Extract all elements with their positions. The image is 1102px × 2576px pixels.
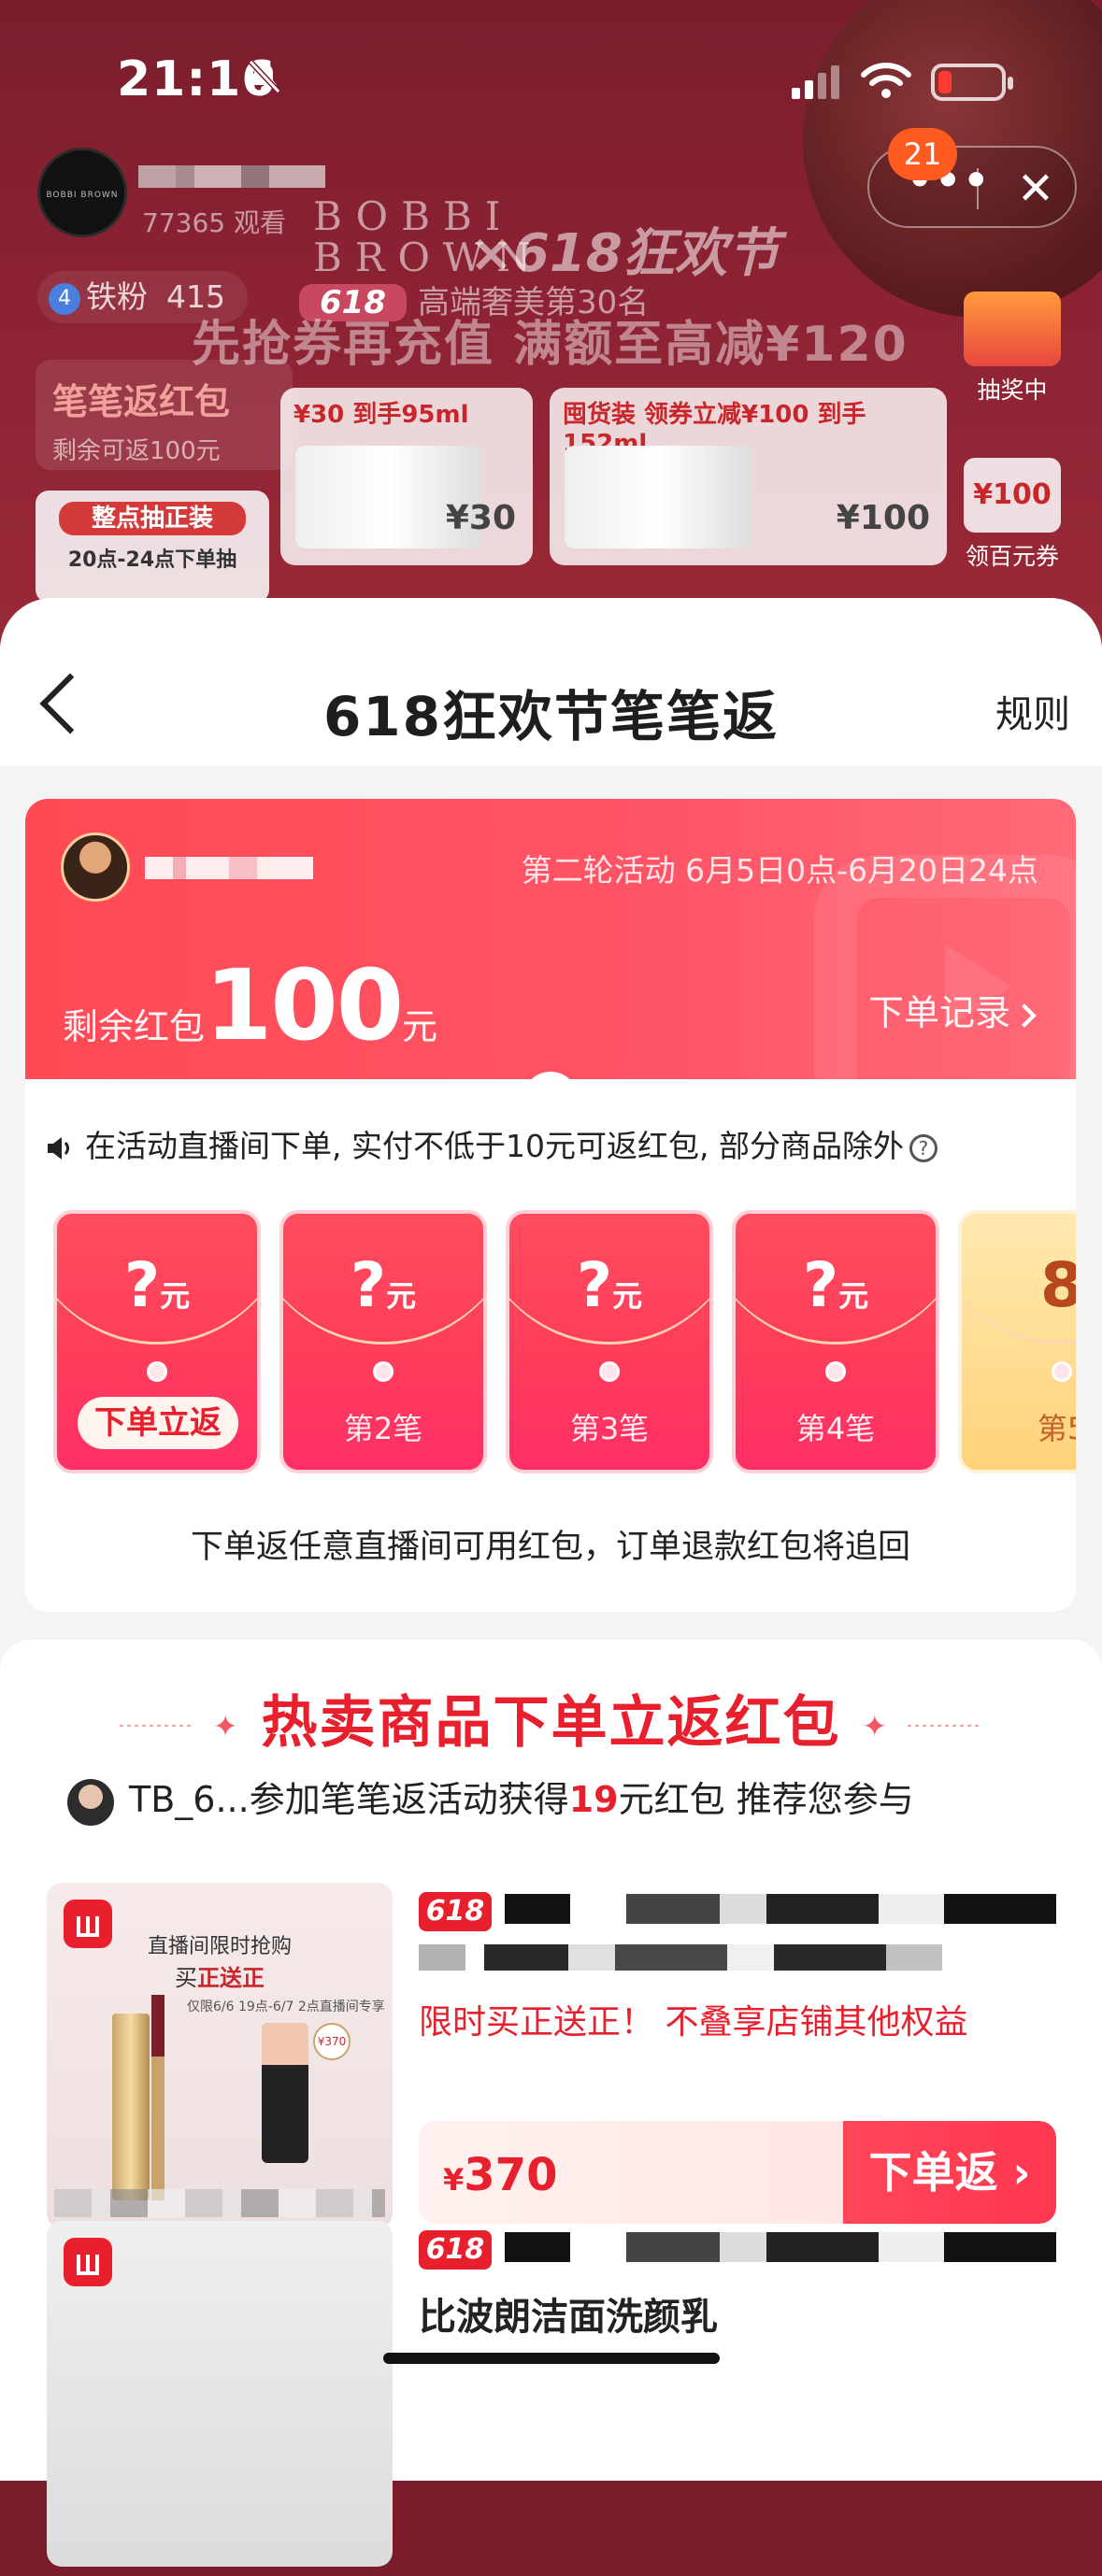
- product-image: [565, 446, 751, 548]
- stream-slogan: 先抢券再充值 满额至高减¥120: [192, 317, 909, 373]
- envelope-3[interactable]: ?元 第3笔: [506, 1210, 713, 1473]
- buy-bar[interactable]: ¥370 下单返 ›: [419, 2121, 1056, 2224]
- product-item[interactable]: 直播间限时抢购 买正送正 仅限6/6 19点-6/7 2点直播间专享 ¥370 …: [47, 1883, 1056, 2238]
- remaining-banner: 第二轮活动 6月5日0点-6月20日24点 剩余红包100元 下单记录: [25, 799, 1076, 1135]
- silent-bell-icon: [248, 59, 281, 94]
- sparkle-icon: ✦: [212, 1708, 240, 1744]
- sheet-header: 618狂欢节笔笔返 规则: [0, 598, 1102, 766]
- hot-products-title: ✦ 热卖商品下单立返红包 ✦: [0, 1677, 1102, 1758]
- envelope-label: 第3笔: [569, 1411, 650, 1446]
- envelope-label: 下单立返: [78, 1397, 238, 1449]
- envelope-tip: 下单返任意直播间可用红包，订单退款红包将追回: [190, 1529, 910, 1566]
- sheet-title: 618狂欢节笔笔返: [322, 685, 780, 748]
- envelope-label: 第5: [1037, 1411, 1076, 1446]
- product-title-redacted: [505, 1894, 1056, 1924]
- lottery-gift-button[interactable]: 抽奖中: [956, 292, 1068, 406]
- stream-product-card-1[interactable]: ¥30 到手95ml ¥30: [280, 388, 533, 565]
- fans-label: 铁粉: [86, 278, 148, 315]
- envelope-4[interactable]: ?元 第4笔: [732, 1210, 939, 1473]
- host-avatar[interactable]: BOBBI BROWN: [37, 148, 127, 237]
- notification-badge: 21: [888, 128, 957, 180]
- sparkle-icon: ✦: [862, 1708, 890, 1744]
- home-indicator[interactable]: [383, 2353, 720, 2364]
- lottery-event-card[interactable]: 整点抽正装 20点-24点下单抽: [36, 491, 269, 603]
- fans-level: 4: [49, 282, 80, 315]
- speaker-icon: [48, 1136, 69, 1160]
- remaining-amount: 剩余红包100元: [63, 948, 438, 1062]
- order-return-button[interactable]: 下单返 ›: [843, 2121, 1056, 2224]
- coupon-button[interactable]: ¥100 领百元券: [956, 458, 1068, 572]
- close-icon[interactable]: ✕: [1008, 161, 1064, 217]
- envelope-5[interactable]: 8 第5: [958, 1210, 1076, 1473]
- envelope-2[interactable]: ?元 第2笔: [279, 1210, 487, 1473]
- product-price: ¥370: [443, 2149, 558, 2201]
- gift-icon: [964, 292, 1061, 366]
- user-name-redacted: [145, 857, 313, 879]
- 618-tag: 618: [419, 1892, 492, 1931]
- rules-link[interactable]: 规则: [995, 684, 1070, 738]
- host-name-redacted: [138, 165, 325, 188]
- battery-icon: [931, 64, 1013, 101]
- product-item[interactable]: 618 比波朗洁面洗颜乳: [47, 2221, 1056, 2576]
- social-proof-tip: TB_6...参加笔笔返活动获得19元红包 推荐您参与: [67, 1771, 914, 1826]
- pen-return-sheet: 618狂欢节笔笔返 规则 第二轮活动 6月5日0点-6月20日24点 剩余红包1…: [0, 598, 1102, 2567]
- user-avatar: [67, 1778, 114, 1826]
- envelope-label: 第4笔: [795, 1411, 876, 1446]
- cellular-signal-icon: [792, 65, 839, 99]
- stream-product-card-2[interactable]: 囤货装 领券立减¥100 到手152ml ¥100: [550, 388, 947, 565]
- help-icon[interactable]: ?: [909, 1133, 937, 1162]
- chevron-right-icon: [1012, 1003, 1037, 1028]
- round-info: 第二轮活动 6月5日0点-6月20日24点: [521, 852, 1038, 889]
- live-stats-icon: [64, 2238, 112, 2286]
- product-title: 比波朗洁面洗颜乳: [419, 2296, 718, 2339]
- order-records-link[interactable]: 下单记录: [868, 984, 1037, 1035]
- live-stream-background: 21:16 BOBBI BROWN 77365 观看 4 铁粉 415 BOBBI …: [0, 0, 1102, 673]
- red-packet-panel: 第二轮活动 6月5日0点-6月20日24点 剩余红包100元 下单记录 在活动直…: [25, 799, 1076, 1612]
- envelope-label: 第2笔: [343, 1411, 423, 1446]
- envelope-list[interactable]: ?元 下单立返 ?元 第2笔 ?元 第3笔 ?元 第4笔 第: [53, 1210, 1076, 1476]
- product-thumbnail[interactable]: 直播间限时抢购 买正送正 仅限6/6 19点-6/7 2点直播间专享 ¥370: [47, 1883, 393, 2228]
- rule-notice: 在活动直播间下单, 实付不低于10元可返红包, 部分商品除外?: [46, 1121, 937, 1166]
- user-avatar: [61, 833, 130, 902]
- product-thumbnail[interactable]: [47, 2221, 393, 2567]
- product-title-redacted: [505, 2232, 1056, 2262]
- festival-title: ×618狂欢节: [469, 223, 780, 284]
- pen-return-card[interactable]: 笔笔返红包 剩余可返100元: [36, 360, 293, 470]
- product-image: [112, 2014, 150, 2200]
- product-promo: 限时买正送正！ 不叠享店铺其他权益: [419, 2003, 968, 2042]
- envelope-1[interactable]: ?元 下单立返: [53, 1210, 261, 1473]
- 618-tag: 618: [419, 2230, 492, 2270]
- wifi-icon: [861, 63, 911, 98]
- viewer-count: 77365 观看: [142, 207, 286, 238]
